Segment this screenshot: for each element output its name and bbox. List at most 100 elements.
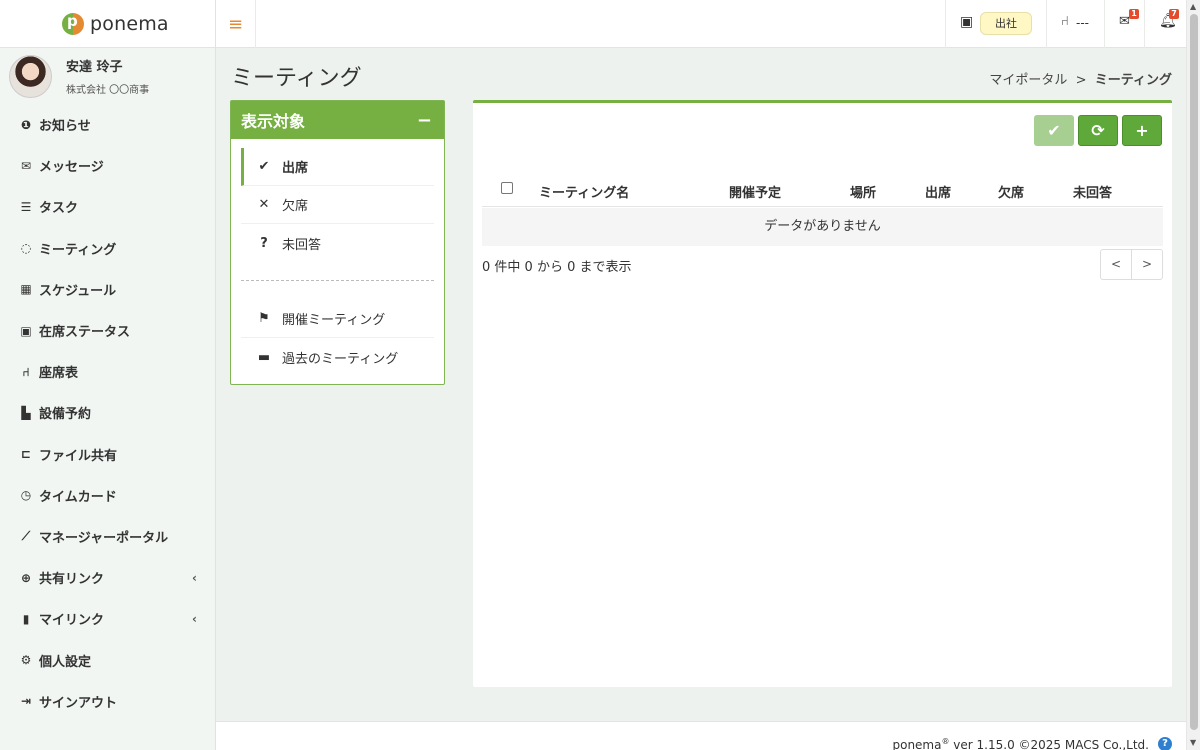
footer-copyright: ponema® ver 1.15.0 ©2025 MACS Co.,Ltd.: [892, 737, 1149, 750]
sidebar-item-label: 個人設定: [39, 654, 92, 670]
sidebar-item-label: メッセージ: [39, 160, 104, 176]
footer: ponema® ver 1.15.0 ©2025 MACS Co.,Ltd. ?: [216, 721, 1186, 750]
table-header: ミーティング名 開催予定 場所 出席 欠席 未回答: [482, 173, 1163, 207]
pagination: < >: [1100, 249, 1163, 280]
presence-board-icon[interactable]: ▣: [960, 14, 973, 30]
sidebar-item-facility[interactable]: ▙ 設備予約: [0, 392, 215, 433]
meeting-list-panel: ✔ ⟳ + ミーティング名 開催予定 場所 出席 欠席 未回答 データがありませ…: [473, 100, 1172, 687]
help-icon[interactable]: ?: [1158, 737, 1172, 750]
top-header: ≡ ▣ 出社 ⑁ --- ✉ 1 🔔︎ 7: [216, 0, 1186, 48]
sidebar-item-sign-out[interactable]: ⇥ サインアウト: [0, 681, 215, 722]
sidebar-item-label: ファイル共有: [39, 448, 118, 464]
check-icon: ✔: [1047, 121, 1061, 140]
header-divider: [1104, 0, 1105, 48]
filter-item-label: 開催ミーティング: [282, 313, 386, 328]
folder-open-icon: ⊏: [20, 447, 32, 462]
sidebar-item-label: マイリンク: [39, 613, 105, 629]
sign-out-icon: ⇥: [20, 694, 32, 709]
chevron-left-icon: ‹: [192, 611, 197, 626]
sidebar-item-manager-portal[interactable]: ⟋ マネージャーポータル: [0, 516, 215, 557]
filter-divider: [241, 280, 434, 281]
sidebar-item-file-share[interactable]: ⊏ ファイル共有: [0, 434, 215, 475]
filter-item-attending[interactable]: ✔ 出席: [241, 148, 434, 186]
sidebar: ponema 安達 玲子 株式会社 〇〇商事 ❶ お知らせ ✉ メッセージ ☰ …: [0, 0, 216, 750]
next-page-button[interactable]: >: [1132, 250, 1162, 279]
prev-page-button[interactable]: <: [1101, 250, 1132, 279]
sidebar-item-label: お知らせ: [39, 119, 91, 135]
close-icon: ✕: [258, 197, 270, 212]
filter-item-past-meetings[interactable]: ▬ 過去のミーティング: [241, 338, 434, 376]
sidebar-item-meetings[interactable]: ◌ ミーティング: [0, 228, 215, 269]
sidebar-item-seating[interactable]: ⑁ 座席表: [0, 351, 215, 392]
column-header-unanswered[interactable]: 未回答: [1073, 182, 1112, 201]
chevron-left-icon: ‹: [192, 570, 197, 585]
refresh-icon: ⟳: [1091, 121, 1105, 140]
sidebar-item-presence[interactable]: ▣ 在席ステータス: [0, 310, 215, 351]
comments-icon: ◌: [20, 241, 32, 256]
sidebar-item-label: スケジュール: [39, 283, 117, 299]
scrollbar-thumb[interactable]: [1190, 14, 1198, 730]
add-meeting-button[interactable]: +: [1122, 115, 1162, 146]
sidebar-item-shared-links[interactable]: ⊕ 共有リンク ‹: [0, 557, 215, 598]
logo[interactable]: ponema: [0, 0, 215, 48]
bookmark-icon: ▮: [22, 611, 30, 626]
question-icon: ?: [260, 235, 268, 251]
envelope-icon: ✉: [20, 158, 32, 173]
filter-panel-title: 表示対象: [241, 112, 306, 131]
sidebar-item-label: 座席表: [39, 366, 79, 382]
sidebar-item-label: 在席ステータス: [39, 325, 131, 341]
scroll-down-icon[interactable]: ▼: [1190, 738, 1196, 747]
filter-item-label: 出席: [282, 161, 309, 176]
sidebar-item-tasks[interactable]: ☰ タスク: [0, 186, 215, 227]
filter-item-unanswered[interactable]: ? 未回答: [241, 224, 434, 262]
breadcrumb-separator: >: [1075, 73, 1087, 88]
breadcrumb-current: ミーティング: [1094, 73, 1172, 88]
header-divider: [1144, 0, 1145, 48]
filter-item-label: 未回答: [282, 237, 322, 253]
header-divider: [945, 0, 946, 48]
mail-count-badge: 1: [1129, 9, 1139, 19]
ponema-logo-icon: [62, 12, 84, 35]
collapse-minus-icon[interactable]: −: [417, 110, 432, 131]
breadcrumb: マイポータル > ミーティング: [989, 69, 1172, 88]
page-title: ミーティング: [231, 66, 362, 91]
table-empty-row: データがありません: [482, 208, 1163, 246]
column-header-attending[interactable]: 出席: [925, 182, 951, 201]
presence-status-button[interactable]: 出社: [980, 12, 1032, 35]
tasks-icon: ☰: [20, 199, 32, 214]
column-header-scheduled[interactable]: 開催予定: [729, 182, 781, 201]
sidebar-item-timecard[interactable]: ◷ タイムカード: [0, 475, 215, 516]
door-icon: ▙: [21, 405, 31, 420]
sidebar-item-my-links[interactable]: ▮ マイリンク ‹: [0, 598, 215, 639]
sidebar-item-label: タスク: [39, 201, 79, 217]
scroll-up-icon[interactable]: ▲: [1190, 2, 1196, 11]
sidebar-item-settings[interactable]: ⚙ 個人設定: [0, 639, 215, 680]
select-all-checkbox[interactable]: [501, 182, 513, 194]
page-scrollbar[interactable]: ▲ ▼: [1186, 0, 1200, 750]
sidebar-item-label: 共有リンク: [39, 572, 105, 588]
refresh-button[interactable]: ⟳: [1078, 115, 1118, 146]
chair-icon[interactable]: ⑁: [1061, 14, 1069, 29]
avatar: [9, 54, 52, 98]
column-header-absent[interactable]: 欠席: [998, 182, 1024, 201]
line-chart-icon: ⟋: [21, 528, 31, 543]
filter-item-absent[interactable]: ✕ 欠席: [241, 186, 434, 224]
presence-board-icon: ▣: [20, 323, 32, 338]
seat-value[interactable]: ---: [1076, 16, 1089, 30]
breadcrumb-parent-link[interactable]: マイポータル: [989, 73, 1067, 88]
footer-product: ponema: [892, 738, 942, 750]
filter-panel-header: 表示対象 −: [231, 101, 444, 139]
plus-icon: +: [1135, 121, 1149, 140]
column-header-location[interactable]: 場所: [850, 182, 876, 201]
user-name: 安達 玲子: [66, 60, 123, 75]
user-profile: 安達 玲子 株式会社 〇〇商事: [0, 48, 215, 104]
sidebar-item-messages[interactable]: ✉ メッセージ: [0, 145, 215, 186]
sidebar-item-notices[interactable]: ❶ お知らせ: [0, 104, 215, 145]
confirm-button[interactable]: ✔: [1034, 115, 1074, 146]
hamburger-menu-icon[interactable]: ≡: [216, 0, 256, 48]
flag-icon: ⚑: [258, 311, 270, 326]
filter-item-hosted-meetings[interactable]: ⚑ 開催ミーティング: [241, 300, 434, 338]
footer-version: ver 1.15.0 ©2025 MACS Co.,Ltd.: [949, 738, 1149, 750]
column-header-meeting-name[interactable]: ミーティング名: [539, 182, 629, 201]
sidebar-item-schedule[interactable]: ▦ スケジュール: [0, 269, 215, 310]
